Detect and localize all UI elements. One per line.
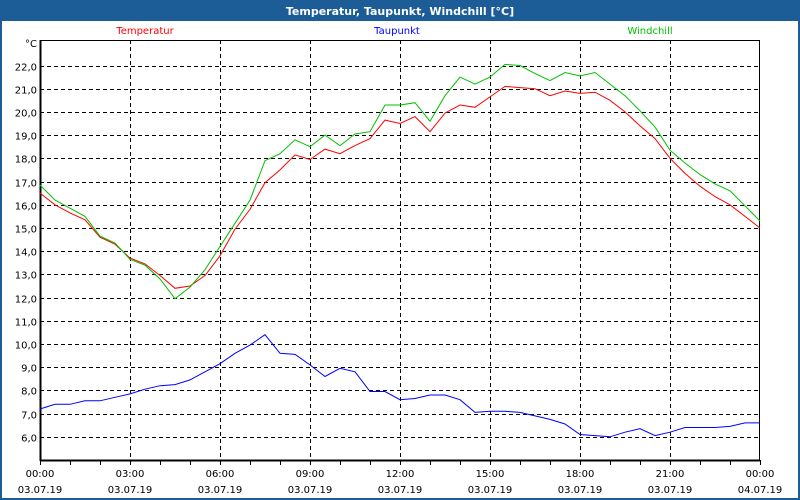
x-tick-label-time: 06:00 (206, 469, 235, 480)
y-tick-label: 7,0 (21, 411, 37, 422)
x-tick-label-date: 03.07.19 (108, 485, 153, 496)
x-tick-label-date: 03.07.19 (558, 485, 603, 496)
x-tick-label-time: 00:00 (26, 469, 55, 480)
x-tick-label-date: 03.07.19 (378, 485, 423, 496)
x-tick-label-time: 12:00 (386, 469, 415, 480)
y-tick-label: 17,0 (15, 179, 37, 190)
y-tick-label: 6,0 (21, 434, 37, 445)
y-tick-label: 14,0 (15, 248, 37, 259)
y-tick-label: 20,0 (15, 109, 37, 120)
x-tick-label-date: 03.07.19 (198, 485, 243, 496)
y-tick-label: 8,0 (21, 387, 37, 398)
x-tick-label-time: 03:00 (116, 469, 145, 480)
y-axis-unit-label: °C (25, 39, 37, 50)
y-tick-label: 10,0 (15, 341, 37, 352)
y-tick-label: 21,0 (15, 86, 37, 97)
y-tick-label: 19,0 (15, 132, 37, 143)
x-tick-label-time: 15:00 (476, 469, 505, 480)
legend-entry-temperatur: Temperatur (115, 26, 174, 37)
y-tick-label: 12,0 (15, 295, 37, 306)
y-tick-label: 15,0 (15, 225, 37, 236)
y-tick-label: 9,0 (21, 364, 37, 375)
x-tick-label-time: 00:00 (746, 469, 775, 480)
y-tick-label: 16,0 (15, 202, 37, 213)
line-chart: 6,0 7,0 8,0 9,0 10,0 11,0 12,0 13,0 14,0 15,0 16,0… (15, 26, 783, 496)
x-tick-label-date: 03.07.19 (18, 485, 63, 496)
y-tick-label: 22,0 (15, 63, 37, 74)
x-tick-label-date: 03.07.19 (648, 485, 693, 496)
x-tick-label-date: 03.07.19 (468, 485, 513, 496)
x-tick-label-date: 04.07.19 (738, 485, 783, 496)
y-tick-label: 18,0 (15, 155, 37, 166)
x-tick-label-date: 03.07.19 (288, 485, 333, 496)
y-tick-label: 13,0 (15, 271, 37, 282)
x-tick-label-time: 21:00 (656, 469, 685, 480)
x-tick-label-time: 18:00 (566, 469, 595, 480)
legend-entry-taupunkt: Taupunkt (373, 26, 420, 37)
y-tick-label: 11,0 (15, 318, 37, 329)
legend-entry-windchill: Windchill (627, 26, 672, 37)
x-tick-label-time: 09:00 (296, 469, 325, 480)
